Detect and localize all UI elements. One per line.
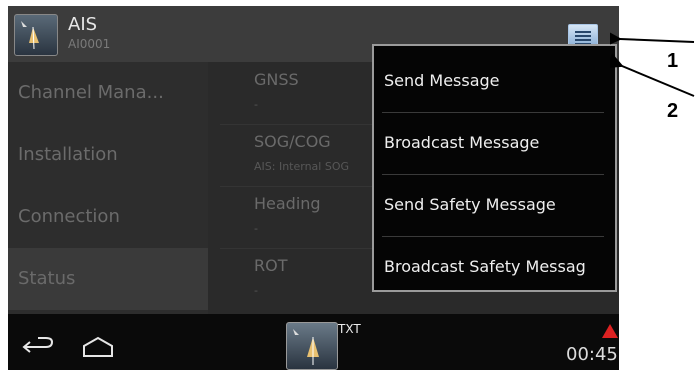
menu-item-label: Broadcast Message bbox=[384, 133, 540, 152]
row-value: AIS: Internal SOG bbox=[254, 160, 350, 173]
ais-app-icon[interactable] bbox=[14, 14, 58, 56]
app-title: AIS bbox=[68, 14, 98, 35]
row-value: - bbox=[254, 98, 258, 111]
menu-item-label: Broadcast Safety Messag bbox=[384, 257, 586, 276]
app-subtitle: AI0001 bbox=[68, 37, 111, 51]
overflow-menu: Send Message Broadcast Message Send Safe… bbox=[372, 44, 617, 292]
alert-icon[interactable] bbox=[602, 324, 618, 338]
nav-label: Channel Mana... bbox=[18, 82, 164, 103]
nav-label: Status bbox=[18, 268, 76, 289]
compass-icon bbox=[293, 329, 319, 365]
row-label: GNSS bbox=[254, 70, 299, 89]
left-nav: Channel Mana... Installation Connection … bbox=[8, 62, 208, 314]
device-screen: AIS AI0001 Channel Mana... Installation … bbox=[8, 6, 619, 370]
nav-label: Installation bbox=[18, 144, 118, 165]
menu-item-broadcast-message[interactable]: Broadcast Message bbox=[374, 112, 615, 173]
nav-item-connection[interactable]: Connection bbox=[8, 186, 208, 248]
menu-icon bbox=[575, 31, 591, 45]
bottom-bar: TXT 00:45 bbox=[8, 314, 619, 370]
back-icon[interactable] bbox=[22, 336, 56, 358]
menu-item-send-message[interactable]: Send Message bbox=[374, 50, 615, 111]
compass-icon bbox=[21, 21, 39, 50]
txt-label: TXT bbox=[338, 322, 361, 336]
nav-item-status[interactable]: Status bbox=[8, 248, 208, 310]
menu-item-label: Send Safety Message bbox=[384, 195, 556, 214]
callout-arrows bbox=[610, 30, 695, 97]
row-label: Heading bbox=[254, 194, 321, 213]
clock: 00:45 bbox=[566, 344, 618, 365]
menu-item-send-safety-message[interactable]: Send Safety Message bbox=[374, 174, 615, 235]
home-icon[interactable] bbox=[80, 336, 116, 358]
nav-item-channel-management[interactable]: Channel Mana... bbox=[8, 62, 208, 124]
nav-label: Connection bbox=[18, 206, 120, 227]
row-label: SOG/COG bbox=[254, 132, 331, 151]
row-value: - bbox=[254, 222, 258, 235]
menu-item-broadcast-safety-message[interactable]: Broadcast Safety Messag bbox=[374, 236, 615, 297]
callout-number-1: 1 bbox=[667, 50, 679, 72]
row-label: ROT bbox=[254, 256, 288, 275]
callout-number-2: 2 bbox=[667, 100, 679, 122]
row-value: - bbox=[254, 284, 258, 297]
menu-item-label: Send Message bbox=[384, 71, 500, 90]
ais-center-icon[interactable] bbox=[286, 322, 338, 370]
nav-item-installation[interactable]: Installation bbox=[8, 124, 208, 186]
